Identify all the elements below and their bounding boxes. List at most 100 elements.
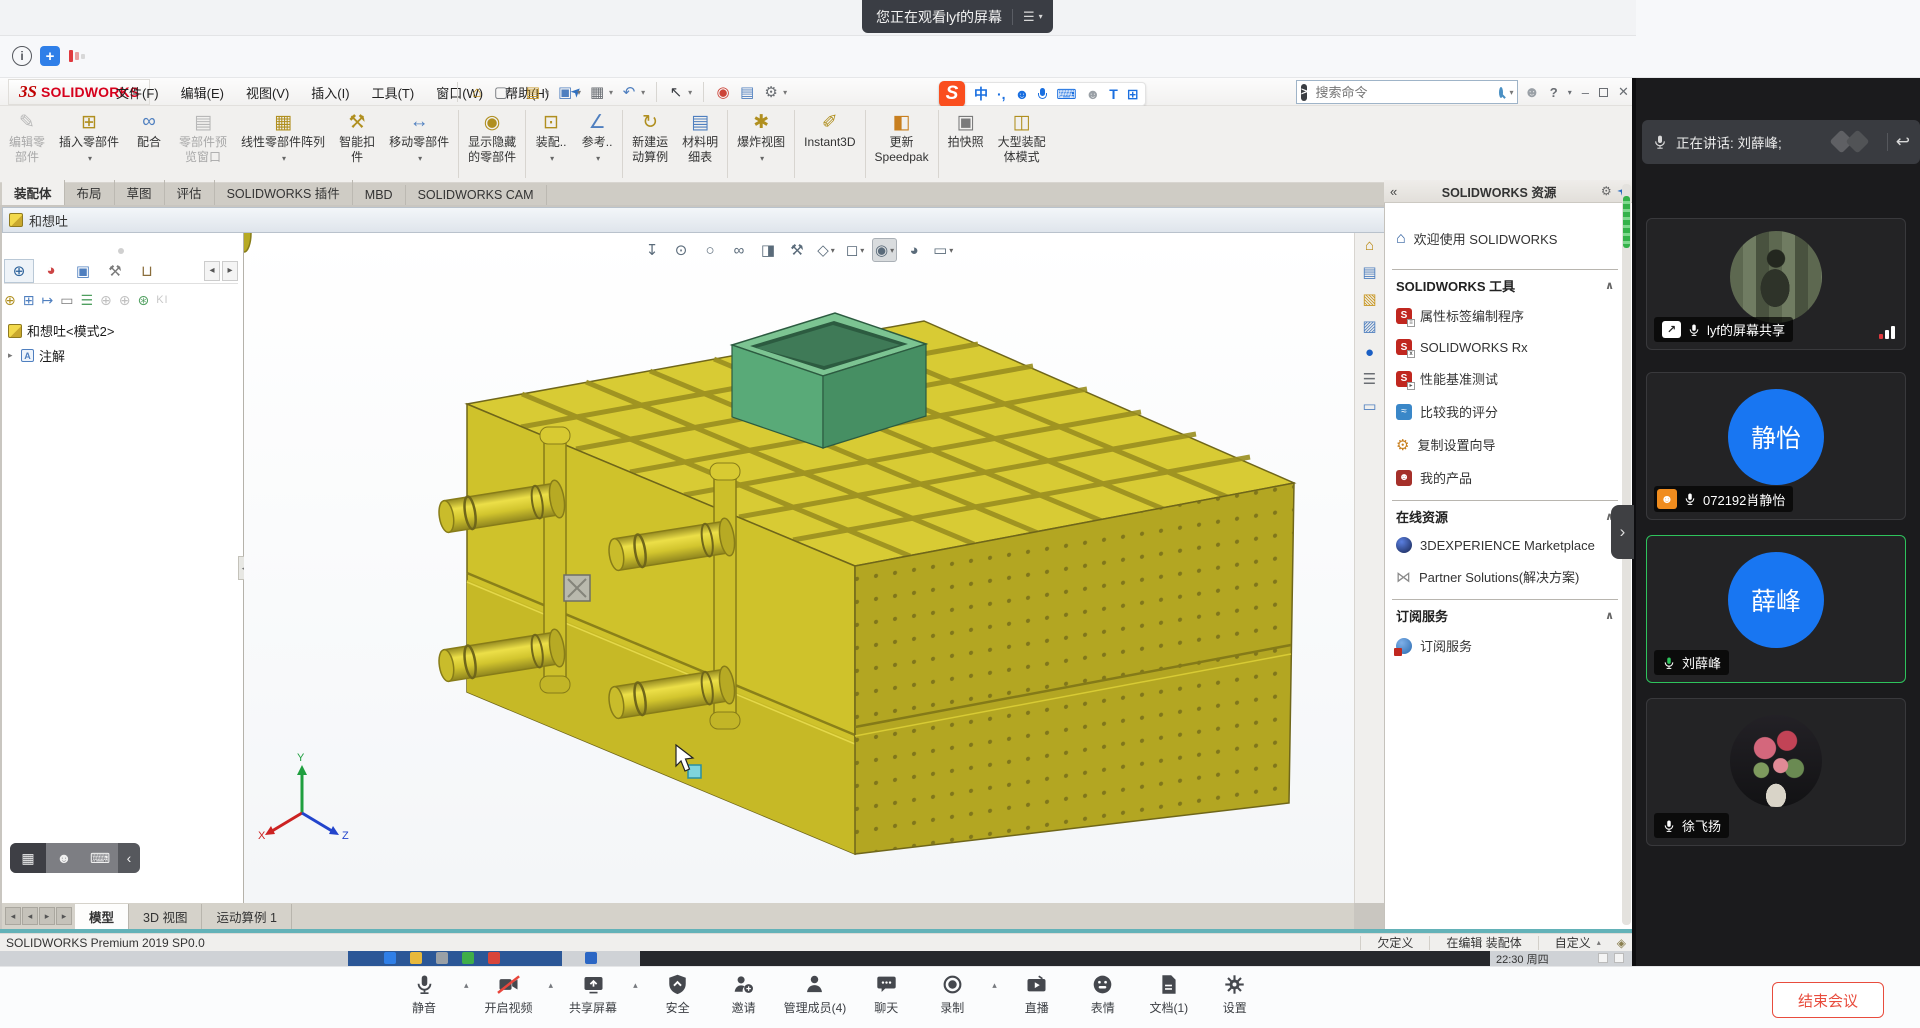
- caret-down-icon[interactable]: ▾: [688, 88, 692, 97]
- tab-model[interactable]: 模型: [75, 904, 129, 929]
- assembly-features-button[interactable]: ⊡ 装配.. ▾: [528, 106, 574, 182]
- start-video-button[interactable]: 开启视频: [483, 968, 535, 1016]
- end-meeting-button[interactable]: 结束会议: [1772, 982, 1884, 1018]
- keyboard-pill-icon[interactable]: ⌨: [82, 843, 118, 873]
- taskpane-home-icon[interactable]: ⌂: [1365, 237, 1374, 254]
- sw-close-icon[interactable]: ✕: [1618, 84, 1629, 100]
- display-style-icon[interactable]: ◻▾: [843, 238, 867, 262]
- ime-mode-icon[interactable]: 中: [974, 84, 988, 104]
- view-orientation-icon[interactable]: ◇▾: [814, 238, 838, 262]
- banner-menu-icon[interactable]: ☰: [1023, 9, 1035, 25]
- property-tab-builder-link[interactable]: S≡ 属性标签编制程序: [1392, 299, 1618, 332]
- ime-emoji-icon[interactable]: ☻: [1015, 86, 1030, 102]
- new-doc-icon[interactable]: ▢: [491, 81, 511, 103]
- first-tab-icon[interactable]: ◂: [5, 907, 21, 925]
- view-palette-icon[interactable]: ▨: [1362, 317, 1376, 335]
- prev-tab-icon[interactable]: ◂: [22, 907, 38, 925]
- ime-keyboard-icon[interactable]: ⌨: [1056, 86, 1076, 103]
- caret-down-icon[interactable]: ▾: [641, 88, 645, 97]
- menu-view[interactable]: 视图(V): [246, 83, 289, 102]
- caret-down-icon[interactable]: ▾: [609, 88, 613, 97]
- linear-pattern-button[interactable]: ▦ 线性零部件阵列 ▾: [234, 106, 332, 182]
- taskbar-blue-app-icon[interactable]: [585, 952, 597, 964]
- undo-icon[interactable]: ↶: [619, 81, 639, 103]
- instant3d-button[interactable]: ✐ Instant3D: [797, 106, 862, 182]
- file-properties-icon[interactable]: ▤: [737, 81, 757, 103]
- taskpane-scroll-thumb[interactable]: [1623, 196, 1630, 248]
- solidworks-rx-link[interactable]: Sx SOLIDWORKS Rx: [1392, 332, 1618, 362]
- dimxpert-tab-icon[interactable]: ⚒: [100, 259, 130, 283]
- menu-file[interactable]: 文件(F): [116, 83, 159, 102]
- tabs-scroll-right-icon[interactable]: ▸: [222, 261, 238, 281]
- welcome-link[interactable]: ⌂ 欢迎使用 SOLIDWORKS: [1392, 222, 1618, 255]
- reorder-icon[interactable]: ⊛: [137, 292, 149, 309]
- chat-button[interactable]: 聊天: [860, 968, 912, 1016]
- dimension-icon[interactable]: ↦: [41, 292, 53, 309]
- custom-properties-icon[interactable]: ☰: [1363, 370, 1376, 388]
- taskbar-folder-icon[interactable]: [410, 952, 422, 964]
- propertymanager-tab-icon[interactable]: ◕: [36, 259, 66, 283]
- graphics-viewport[interactable]: X Y Z: [244, 233, 1354, 903]
- file-explorer-icon[interactable]: ▧: [1362, 290, 1376, 308]
- large-assembly-mode-button[interactable]: ◫ 大型装配 体模式: [991, 106, 1053, 182]
- help-caret-icon[interactable]: ▾: [1568, 88, 1572, 97]
- video-options-caret-icon[interactable]: ▴: [549, 968, 554, 991]
- rebuild-icon[interactable]: ◉: [713, 81, 733, 103]
- status-custom[interactable]: 自定义 ▴: [1538, 936, 1617, 950]
- forum-icon[interactable]: ▭: [1362, 397, 1376, 415]
- documents-button[interactable]: 文档(1): [1143, 968, 1195, 1016]
- ime-toolbox-icon[interactable]: ⊞: [1127, 86, 1139, 103]
- move-component-button[interactable]: ↔ 移动零部件 ▾: [382, 106, 456, 182]
- measure-icon[interactable]: ⚒: [785, 238, 809, 262]
- subscription-services-link[interactable]: 订阅服务: [1392, 629, 1618, 662]
- taskbar-active-app[interactable]: [348, 951, 562, 966]
- tab-addins[interactable]: SOLIDWORKS 插件: [215, 180, 353, 205]
- tray-icon[interactable]: [1598, 953, 1608, 963]
- menu-tools[interactable]: 工具(T): [372, 83, 415, 102]
- tab-motion-study[interactable]: 运动算例 1: [202, 904, 291, 929]
- show-hidden-components-button[interactable]: ◉ 显示隐藏 的零部件: [461, 106, 523, 182]
- bill-of-materials-button[interactable]: ▤ 材料明 细表: [675, 106, 725, 182]
- caret-down-icon[interactable]: ▾: [513, 88, 517, 97]
- invite-button[interactable]: 邀请: [718, 968, 770, 1016]
- participant-tile-screenshare[interactable]: ↗ lyf的屏幕共享: [1646, 218, 1906, 350]
- taskbar-red-app-icon[interactable]: [488, 952, 500, 964]
- home-icon[interactable]: ⌂: [467, 81, 487, 103]
- back-to-meeting-icon[interactable]: ↩: [1896, 132, 1910, 152]
- featuremanager-tab-icon[interactable]: ⊕: [4, 259, 34, 283]
- sogou-logo-icon[interactable]: S: [939, 81, 965, 107]
- manage-members-button[interactable]: 管理成员(4): [784, 968, 847, 1016]
- caret-down-icon[interactable]: ▾: [545, 88, 549, 97]
- participant-tile-xiaojingyi[interactable]: 静怡 ☻ 072192肖静怡: [1646, 372, 1906, 520]
- tab-sketch[interactable]: 草图: [115, 180, 165, 205]
- marketplace-link[interactable]: 3DEXPERIENCE Marketplace: [1392, 530, 1618, 560]
- collapse-section-icon[interactable]: ∧: [1605, 609, 1614, 622]
- menu-insert[interactable]: 插入(I): [311, 83, 349, 102]
- search-input[interactable]: [1313, 84, 1493, 101]
- compare-score-link[interactable]: ≈ 比较我的评分: [1392, 395, 1618, 428]
- reference-geometry-button[interactable]: ∠ 参考.. ▾: [574, 106, 620, 182]
- performance-benchmark-link[interactable]: S▸ 性能基准测试: [1392, 362, 1618, 395]
- help-icon[interactable]: ?: [1550, 85, 1558, 100]
- live-button[interactable]: 直播: [1011, 968, 1063, 1016]
- take-snapshot-button[interactable]: ▣ 拍快照: [941, 106, 991, 182]
- record-button[interactable]: 录制: [926, 968, 978, 1016]
- caret-down-icon[interactable]: ▾: [577, 88, 581, 97]
- dynamic-reference-icon[interactable]: ☰: [80, 292, 93, 309]
- edit-component-button[interactable]: ✎ 编辑零 部件: [2, 106, 52, 182]
- ime-punctuation-icon[interactable]: ·,: [997, 86, 1006, 102]
- view-selector-icon[interactable]: ∞: [727, 238, 751, 262]
- collapse-section-icon[interactable]: ∧: [1605, 279, 1614, 292]
- emoji-pill-icon[interactable]: ☻: [46, 843, 82, 873]
- copy-settings-wizard-link[interactable]: ⚙ 复制设置向导: [1392, 428, 1618, 461]
- zoom-icon[interactable]: ○: [698, 238, 722, 262]
- sw-restore-icon[interactable]: [1599, 85, 1608, 100]
- tray-icon[interactable]: [1614, 953, 1624, 963]
- pill-collapse-icon[interactable]: ‹: [118, 843, 140, 873]
- open-doc-icon[interactable]: ▤: [523, 81, 543, 103]
- share-screen-button[interactable]: 共享屏幕: [567, 968, 619, 1016]
- search-caret-icon[interactable]: ▾: [1509, 88, 1513, 97]
- tab-cam[interactable]: SOLIDWORKS CAM: [406, 185, 547, 205]
- rename-icon[interactable]: ▭: [60, 292, 73, 309]
- zoom-to-fit-icon[interactable]: ↧: [640, 238, 664, 262]
